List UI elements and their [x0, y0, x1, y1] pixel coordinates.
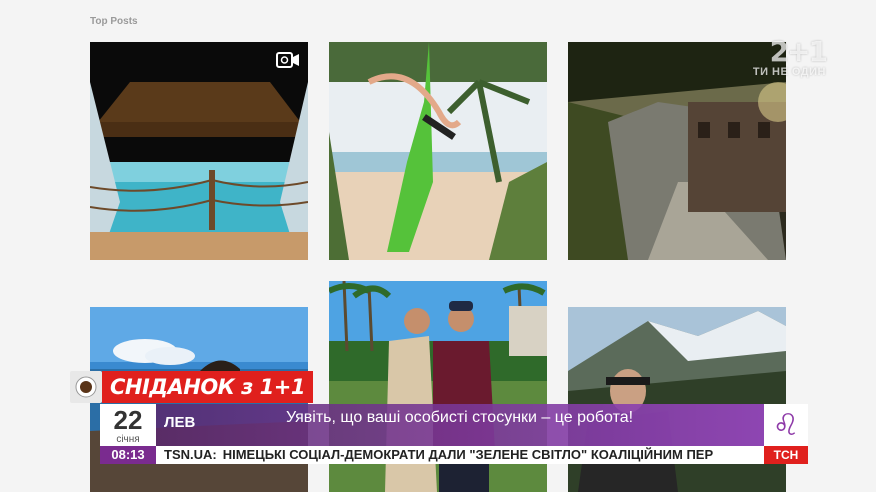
date-month: січня — [116, 434, 140, 445]
news-ticker: TSN.UA: НІМЕЦЬКІ СОЦІАЛ-ДЕМОКРАТИ ДАЛИ "З… — [156, 446, 764, 464]
channel-logo: ТСН — [764, 446, 808, 464]
headline: Уявіть, що ваші особисті стосунки – це р… — [286, 409, 634, 426]
post-beach-hut[interactable] — [90, 42, 308, 260]
show-name: СНІДАНОК з 1+1 — [102, 371, 313, 403]
coffee-cup-icon — [70, 371, 102, 403]
ticker-text: НІМЕЦЬКІ СОЦІАЛ-ДЕМОКРАТИ ДАЛИ "ЗЕЛЕНЕ С… — [222, 447, 714, 462]
horoscope-band: ЛЕВ Уявіть, що ваші особисті стосунки – … — [156, 404, 764, 446]
ticker-site: TSN.UA: — [164, 447, 217, 462]
date-day: 22 — [113, 405, 143, 435]
leo-zodiac-icon: ♌ — [764, 404, 808, 446]
post-aerial-silk[interactable] — [329, 42, 547, 260]
video-icon — [276, 52, 300, 68]
clock: 08:13 — [100, 446, 156, 464]
section-title: Top Posts — [90, 16, 138, 27]
watermark-logo: 2+1 — [769, 35, 828, 68]
zodiac-label: ЛЕВ — [164, 414, 196, 431]
show-title-bar: СНІДАНОК з 1+1 — [70, 371, 313, 403]
channel-watermark: 2+1 ТИ НЕ ОДИН — [734, 35, 828, 79]
watermark-tagline: ТИ НЕ ОДИН — [752, 66, 826, 78]
